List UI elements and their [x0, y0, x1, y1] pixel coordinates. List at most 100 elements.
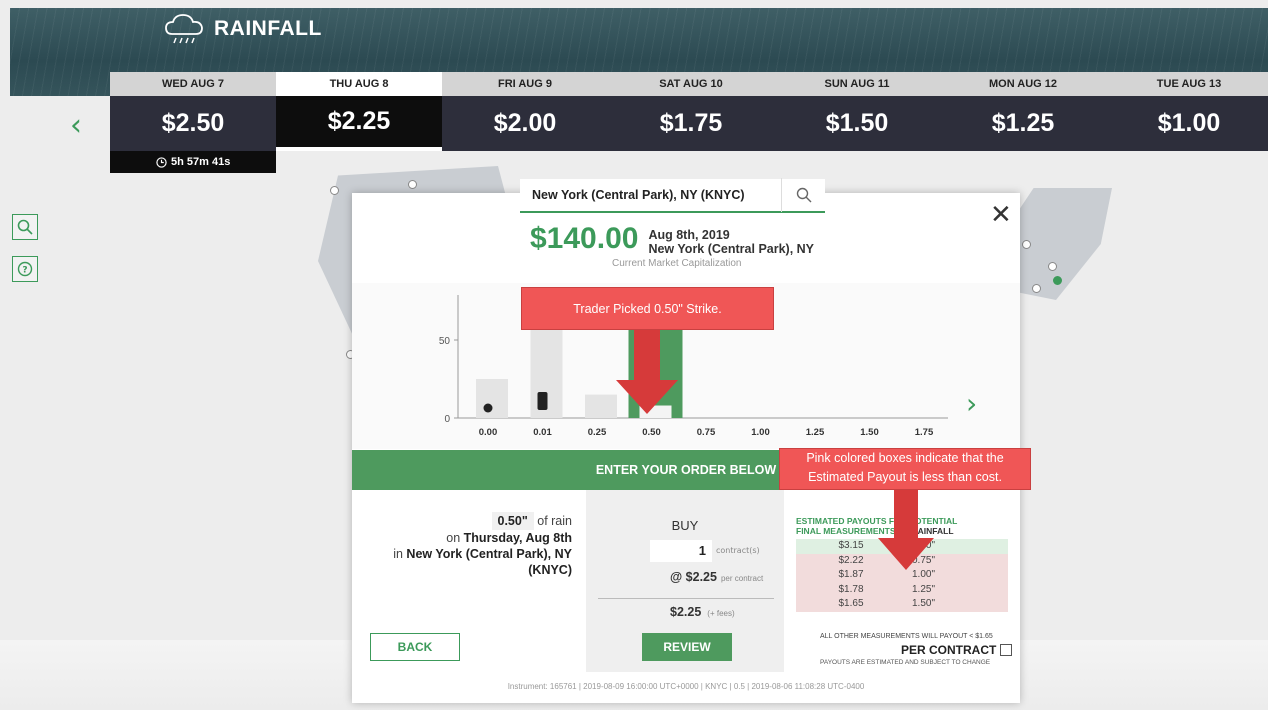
rain-description: 0.50" of rain on Thursday, Aug 8th in Ne…	[393, 512, 572, 578]
map-search-button[interactable]	[12, 214, 38, 240]
estimate-note: PAYOUTS ARE ESTIMATED AND SUBJECT TO CHA…	[820, 659, 991, 666]
map-station-marker[interactable]	[330, 186, 339, 195]
chevron-left-icon[interactable]: ‹	[70, 108, 82, 143]
market-cap-label: Current Market Capitalization	[612, 258, 742, 269]
divider	[598, 598, 774, 599]
day-tab-label: SAT AUG 10	[608, 72, 774, 96]
order-summary: 0.50" of rain on Thursday, Aug 8th in Ne…	[352, 490, 586, 702]
day-tab-price: $1.50	[774, 96, 940, 151]
y-tick-label: 50	[439, 336, 451, 347]
countdown-text: 5h 57m 41s	[171, 156, 231, 168]
rain-station-code: (KNYC)	[528, 563, 572, 577]
day-tab[interactable]: TUE AUG 13 $1.00	[1106, 72, 1268, 151]
rain-cloud-icon	[165, 14, 203, 44]
x-tick-label: 1.75	[915, 427, 934, 438]
price-per-contract: @ $2.25 per contract	[670, 570, 763, 584]
market-location: New York (Central Park), NY	[648, 242, 815, 256]
x-tick-label: 0.25	[588, 427, 607, 438]
x-tick-label: 0.01	[533, 427, 552, 438]
day-tab-price: $2.25	[276, 96, 442, 151]
help-icon: ?	[17, 261, 33, 277]
total-unit: (+ fees)	[707, 609, 735, 618]
market-cap-value: $140.00	[530, 222, 639, 255]
day-tab[interactable]: FRI AUG 9 $2.00	[442, 72, 608, 151]
back-button[interactable]: BACK	[370, 633, 460, 661]
order-total: $2.25 (+ fees)	[670, 605, 735, 619]
day-tabs: WED AUG 7 $2.50 THU AUG 8 $2.25 FRI AUG …	[110, 72, 1268, 151]
rain-location: New York (Central Park), NY	[406, 547, 572, 561]
x-tick-label: 1.00	[751, 427, 770, 438]
day-tab-price: $2.50	[110, 96, 276, 151]
station-search[interactable]: New York (Central Park), NY (KNYC)	[520, 178, 825, 213]
sun-icon	[483, 403, 493, 413]
x-tick-label: 0.00	[479, 427, 498, 438]
search-button[interactable]	[781, 178, 825, 212]
quantity-input[interactable]: 1	[650, 540, 712, 562]
market-cap-row: $140.00 Aug 8th, 2019 New York (Central …	[530, 222, 814, 256]
payout-measurement: 1.25"	[912, 583, 936, 595]
search-icon	[796, 187, 811, 203]
day-tab[interactable]: SUN AUG 11 $1.50	[774, 72, 940, 151]
day-tab[interactable]: MON AUG 12 $1.25	[940, 72, 1106, 151]
total-value: $2.25	[670, 605, 702, 619]
station-search-input[interactable]: New York (Central Park), NY (KNYC)	[520, 188, 781, 202]
rain-day: Thursday, Aug 8th	[463, 531, 572, 545]
day-tab-label: MON AUG 12	[940, 72, 1106, 96]
day-tab-label: FRI AUG 9	[442, 72, 608, 96]
app-logo: RAINFALL	[164, 12, 322, 46]
payout-annotation-arrow	[878, 490, 934, 570]
in-text: in	[393, 547, 403, 561]
payout-annotation-line1: Pink colored boxes indicate that the	[806, 451, 1004, 465]
price-unit: per contract	[720, 574, 764, 583]
review-button[interactable]: REVIEW	[642, 633, 732, 661]
payout-value: $1.65	[838, 598, 864, 609]
map-station-marker[interactable]	[1048, 262, 1057, 271]
svg-text:?: ?	[22, 266, 27, 276]
chevron-right-icon[interactable]: ›	[966, 387, 977, 420]
payout-row: $1.78 1.25"	[796, 582, 1008, 597]
per-contract-checkbox[interactable]	[1000, 644, 1013, 656]
payout-value: $1.78	[838, 583, 864, 595]
day-tab-label: THU AUG 8	[276, 72, 442, 96]
close-icon[interactable]: ✕	[990, 200, 1012, 230]
map-station-marker[interactable]	[1022, 240, 1031, 249]
search-icon	[17, 219, 33, 235]
x-tick-label: 0.50	[642, 427, 661, 438]
payout-measurement: 1.50"	[912, 598, 936, 609]
map-station-marker[interactable]	[408, 180, 417, 189]
day-tab-price: $2.00	[442, 96, 608, 151]
rain-amount: 0.50"	[491, 512, 534, 530]
strike-annotation-arrow	[616, 330, 678, 414]
strike-annotation: Trader Picked 0.50" Strike.	[521, 287, 774, 330]
other-payout-note: ALL OTHER MEASUREMENTS WILL PAYOUT < $1.…	[820, 633, 993, 640]
price-value: @ $2.25	[670, 570, 717, 584]
rain-unit-text: of rain	[537, 514, 572, 528]
clock-icon	[156, 156, 167, 168]
day-tab[interactable]: WED AUG 7 $2.50	[110, 72, 276, 151]
day-tab-label: WED AUG 7	[110, 72, 276, 96]
app-title: RAINFALL	[214, 17, 322, 40]
bar	[476, 379, 508, 418]
x-tick-label: 1.25	[806, 427, 825, 438]
per-contract-toggle[interactable]: PER CONTRACT	[901, 643, 1013, 657]
market-date: Aug 8th, 2019	[648, 228, 730, 242]
on-text: on	[446, 531, 461, 545]
rain-gauge-icon	[537, 392, 548, 410]
instrument-info: Instrument: 165761 | 2019-08-09 16:00:00…	[507, 682, 865, 691]
y-tick-label: 0	[444, 414, 450, 425]
map-station-marker[interactable]	[1032, 284, 1041, 293]
market-info: Aug 8th, 2019 New York (Central Park), N…	[648, 228, 814, 256]
countdown-timer: 5h 57m 41s	[110, 151, 276, 173]
order-form: BUY 1 contract(s) @ $2.25 per contract $2…	[586, 490, 784, 672]
day-tab-active[interactable]: THU AUG 8 $2.25	[276, 72, 442, 151]
help-button[interactable]: ?	[12, 256, 38, 282]
day-tab[interactable]: SAT AUG 10 $1.75	[608, 72, 774, 151]
day-tab-label: TUE AUG 13	[1106, 72, 1268, 96]
day-tab-label: SUN AUG 11	[774, 72, 940, 96]
payout-row: $1.65 1.50"	[796, 597, 1008, 612]
per-contract-label: PER CONTRACT	[901, 643, 997, 657]
day-tab-price: $1.75	[608, 96, 774, 151]
day-tab-price: $1.25	[940, 96, 1106, 151]
x-tick-label: 1.50	[860, 427, 879, 438]
map-station-marker-selected[interactable]	[1053, 276, 1062, 285]
